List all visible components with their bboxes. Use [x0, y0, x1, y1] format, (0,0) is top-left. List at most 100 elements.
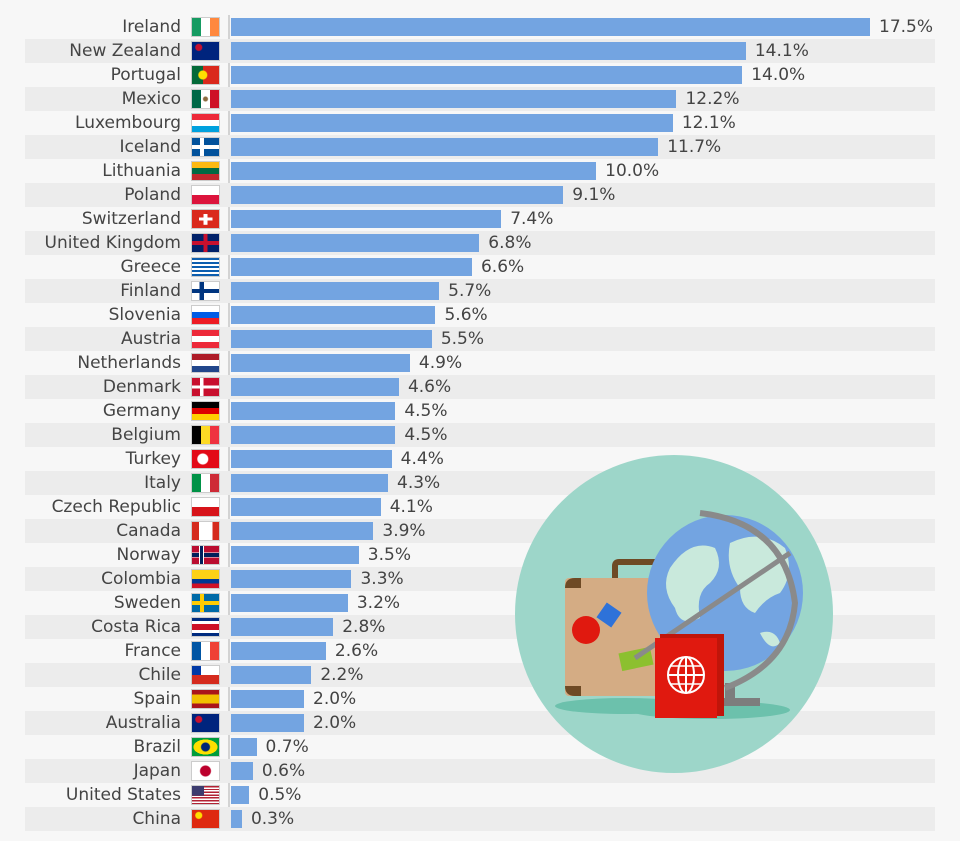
- data-label: 12.2%: [685, 89, 740, 109]
- category-label: Brazil: [133, 737, 181, 757]
- category-label: Colombia: [101, 569, 181, 589]
- sweden-flag-icon: [192, 594, 219, 612]
- data-label: 5.6%: [444, 305, 488, 325]
- category-label: Lithuania: [102, 161, 181, 181]
- data-label: 0.6%: [261, 761, 306, 781]
- data-label: 0.7%: [265, 737, 309, 757]
- bar: [231, 570, 352, 588]
- data-label: 0.3%: [250, 809, 295, 829]
- data-label: 11.7%: [667, 137, 722, 157]
- poland-flag-icon: [192, 186, 219, 204]
- data-label: 3.3%: [360, 569, 404, 589]
- france-flag-icon: [192, 642, 219, 660]
- portugal-flag-icon: [192, 66, 219, 84]
- data-label: 9.1%: [572, 185, 616, 205]
- data-label: 12.1%: [681, 113, 736, 133]
- greece-flag-icon: [192, 258, 219, 276]
- category-label: United Kingdom: [44, 233, 181, 253]
- category-label: Iceland: [119, 137, 181, 157]
- bar: [231, 546, 359, 564]
- bar: [231, 642, 326, 660]
- bar: [231, 666, 312, 684]
- switzerland-flag-icon: [192, 210, 219, 228]
- belgium-flag-icon: [192, 426, 219, 444]
- bar: [231, 786, 250, 804]
- category-label: Mexico: [121, 89, 181, 109]
- data-label: 17.5%: [879, 17, 934, 37]
- category-label: Ireland: [122, 17, 181, 37]
- category-label: Denmark: [102, 377, 181, 397]
- category-label: Belgium: [111, 425, 181, 445]
- data-label: 2.0%: [313, 689, 357, 709]
- mexico-flag-icon: [192, 90, 219, 108]
- luxembourg-flag-icon: [192, 114, 219, 132]
- united-kingdom-flag-icon: [192, 234, 219, 252]
- spain-flag-icon: [192, 690, 219, 708]
- bar: [231, 450, 392, 468]
- germany-flag-icon: [192, 402, 219, 420]
- data-label: 0.5%: [258, 785, 302, 805]
- data-label: 4.4%: [400, 449, 444, 469]
- category-label: Spain: [133, 689, 182, 709]
- category-label: Italy: [144, 473, 181, 493]
- austria-flag-icon: [192, 330, 219, 348]
- bar: [231, 738, 257, 756]
- data-label: 10.0%: [605, 161, 660, 181]
- bar: [231, 762, 253, 780]
- bar: [231, 426, 396, 444]
- netherlands-flag-icon: [192, 354, 219, 372]
- category-label: Finland: [120, 281, 181, 301]
- data-label: 4.5%: [404, 401, 448, 421]
- new-zealand-flag-icon: [192, 42, 219, 60]
- bar: [231, 810, 242, 828]
- data-label: 4.6%: [407, 377, 452, 397]
- travel-illustration: [515, 455, 833, 773]
- data-label: 2.0%: [313, 713, 357, 733]
- category-label: Slovenia: [108, 305, 181, 325]
- czech-republic-flag-icon: [192, 498, 219, 516]
- bar: [231, 18, 870, 36]
- category-label: France: [124, 641, 181, 661]
- category-label: Greece: [120, 257, 181, 277]
- data-label: 3.9%: [382, 521, 426, 541]
- data-label: 4.9%: [418, 353, 463, 373]
- bar: [231, 162, 597, 180]
- bar: [231, 522, 374, 540]
- bar: [231, 234, 480, 252]
- bar: [231, 42, 746, 60]
- category-label: Czech Republic: [51, 497, 181, 517]
- bar: [231, 618, 334, 636]
- category-label: Turkey: [125, 449, 181, 469]
- category-label: Japan: [133, 761, 181, 781]
- japan-flag-icon: [192, 762, 219, 780]
- category-label: China: [132, 809, 181, 829]
- italy-flag-icon: [192, 474, 219, 492]
- bar: [231, 690, 305, 708]
- passport-icon: [655, 634, 724, 718]
- bar: [231, 114, 673, 132]
- category-label: Sweden: [113, 593, 181, 613]
- bar: [231, 330, 432, 348]
- data-label: 6.6%: [480, 257, 525, 277]
- bar: [231, 138, 659, 156]
- bar: [231, 378, 399, 396]
- bar: [231, 66, 743, 84]
- brazil-flag-icon: [192, 738, 219, 756]
- australia-flag-icon: [192, 714, 219, 732]
- iceland-flag-icon: [192, 138, 219, 156]
- data-label: 14.0%: [751, 65, 806, 85]
- united-states-flag-icon: [192, 786, 219, 804]
- category-label: Netherlands: [77, 353, 181, 373]
- category-label: New Zealand: [69, 41, 181, 61]
- ireland-flag-icon: [192, 18, 219, 36]
- chile-flag-icon: [192, 666, 219, 684]
- data-label: 2.2%: [320, 665, 364, 685]
- category-label: Costa Rica: [91, 617, 181, 637]
- category-label: Switzerland: [81, 209, 181, 229]
- norway-flag-icon: [192, 546, 219, 564]
- data-label: 3.2%: [356, 593, 401, 613]
- data-label: 4.1%: [389, 497, 433, 517]
- bar: [231, 714, 305, 732]
- bar-chart: Ireland 17.5% New Zealand 14.1% Portugal 14.0…: [0, 0, 960, 841]
- data-label: 14.1%: [754, 41, 809, 61]
